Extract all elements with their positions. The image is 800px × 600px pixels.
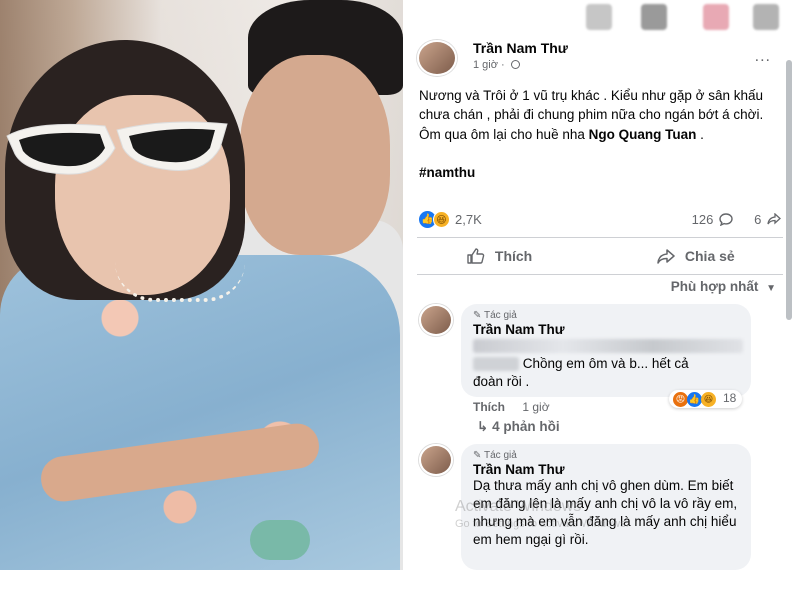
- globe-icon: [510, 60, 520, 69]
- author-tag: ✎ Tác giả: [473, 450, 739, 461]
- share-label: Chia sẻ: [684, 248, 735, 264]
- reply-arrow-icon: ↳: [477, 419, 489, 434]
- share-button[interactable]: Chia sẻ: [657, 248, 735, 264]
- share-count[interactable]: 6: [754, 212, 781, 227]
- post-text-line2: Ôm qua ôm lại cho huề nha Ngo Quang Tuan…: [419, 125, 779, 144]
- post-header: Trần Nam Thư 1 giờ · ...: [417, 40, 787, 76]
- comment-icon: [719, 213, 733, 227]
- comment-text-middle: Chồng em ôm và b... hết cả: [522, 356, 689, 371]
- view-replies-button[interactable]: ↳ 4 phản hồi: [477, 419, 560, 435]
- comment-count[interactable]: 126: [692, 212, 733, 227]
- photo-dress: [0, 255, 400, 570]
- post-text-suffix: .: [696, 127, 704, 142]
- comment-text-end: đoàn rồi .: [473, 374, 530, 389]
- divider: [417, 274, 783, 275]
- comment-actions: Thích 1 giờ: [473, 400, 550, 414]
- post-text-line1: Nương và Trôi ở 1 vũ trụ khác . Kiểu như…: [419, 88, 764, 122]
- activation-watermark-sub: Go to Settings to activate Windows.: [455, 518, 629, 530]
- thumbs-up-icon: 👍: [687, 392, 702, 407]
- share-icon: [657, 249, 675, 264]
- comment-sort-dropdown[interactable]: Phù hợp nhất ▼: [671, 279, 776, 294]
- comment-reaction-count: 18: [723, 391, 737, 405]
- blurred-icon: [703, 4, 729, 30]
- post-photo[interactable]: [0, 0, 403, 570]
- share-icon: [767, 212, 781, 225]
- like-button[interactable]: Thích: [467, 248, 532, 264]
- comment-count-value: 126: [691, 212, 714, 227]
- author-tag: ✎ Tác giả: [473, 310, 739, 321]
- action-bar: Thích Chia sẻ: [417, 244, 783, 270]
- comment-author[interactable]: Trần Nam Thư: [473, 322, 739, 337]
- author-tag-label: Tác giả: [484, 450, 517, 461]
- hashtag-link[interactable]: #namthu: [419, 165, 475, 180]
- reaction-count[interactable]: 2,7K: [455, 212, 482, 227]
- activation-watermark: Activate Windows: [455, 498, 582, 515]
- pencil-icon: ✎: [473, 310, 482, 321]
- haha-icon: 😆: [701, 392, 716, 407]
- photo-shoe: [250, 520, 310, 560]
- thumbs-up-icon: [467, 248, 485, 264]
- comment-time[interactable]: 1 giờ: [522, 400, 549, 414]
- photo-sunglasses: [6, 121, 228, 175]
- blurred-mention: [473, 357, 519, 372]
- comment-avatar[interactable]: [419, 304, 453, 336]
- reactions-summary: 👍 😆 2,7K 126 6: [419, 210, 781, 230]
- top-bar: [403, 0, 800, 38]
- post-meta: 1 giờ ·: [473, 59, 520, 71]
- blurred-icon: [753, 4, 779, 30]
- more-options-button[interactable]: ...: [755, 48, 771, 66]
- author-avatar[interactable]: [417, 40, 457, 76]
- comment-text: Chồng em ôm và b... hết cả đoàn rồi .: [473, 337, 743, 391]
- haha-icon: 😆: [433, 211, 450, 228]
- comment-reactions[interactable]: 😡 👍 😆 18: [669, 390, 743, 408]
- share-count-value: 6: [754, 212, 762, 227]
- photo-man-face: [240, 55, 390, 255]
- post-text-prefix: Ôm qua ôm lại cho huề nha: [419, 127, 589, 142]
- photo-necklace: [115, 262, 245, 302]
- comment-like-button[interactable]: Thích: [473, 400, 505, 414]
- bottom-strip: [0, 570, 800, 600]
- post-text: Nương và Trôi ở 1 vũ trụ khác . Kiểu như…: [419, 86, 779, 144]
- scrollbar[interactable]: [786, 60, 792, 320]
- chevron-down-icon: ▼: [766, 283, 776, 294]
- like-label: Thích: [494, 248, 533, 264]
- author-tag-label: Tác giả: [484, 310, 517, 321]
- sort-label: Phù hợp nhất: [670, 279, 759, 294]
- replies-label: 4 phản hồi: [492, 419, 560, 434]
- comment-avatar[interactable]: [419, 444, 453, 476]
- angry-icon: 😡: [673, 392, 688, 407]
- mention-link[interactable]: Ngo Quang Tuan: [589, 127, 697, 142]
- divider: [417, 237, 783, 238]
- pencil-icon: ✎: [473, 450, 482, 461]
- comment-bubble: ✎ Tác giả Trần Nam Thư Chồng em ôm và b.…: [461, 304, 751, 397]
- comment-author[interactable]: Trần Nam Thư: [473, 462, 739, 477]
- post-time[interactable]: 1 giờ: [473, 59, 498, 71]
- blurred-mention: [473, 339, 743, 354]
- post-author[interactable]: Trần Nam Thư: [473, 40, 568, 56]
- post-panel: Trần Nam Thư 1 giờ · ... Nương và Trôi ở…: [403, 38, 800, 570]
- blurred-icon: [586, 4, 612, 30]
- blurred-icon: [641, 4, 667, 30]
